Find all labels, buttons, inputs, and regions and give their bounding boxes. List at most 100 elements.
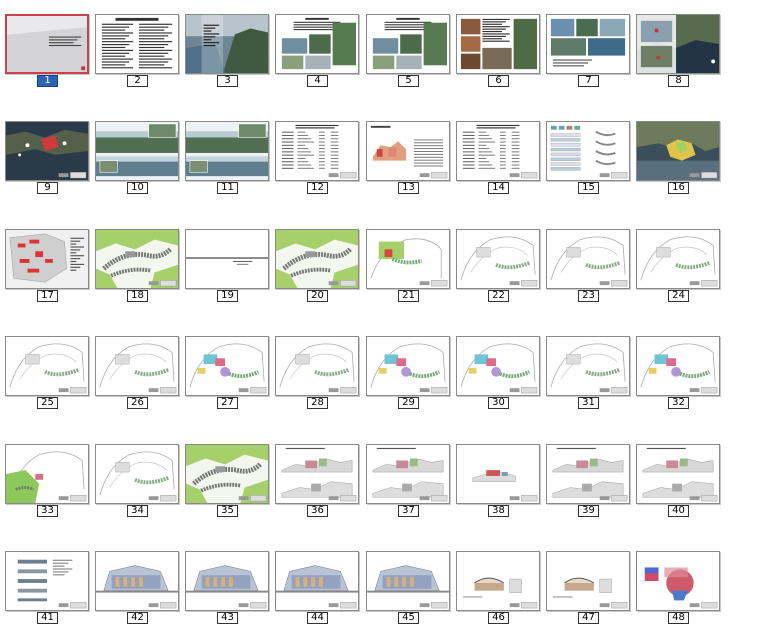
page-thumbnail[interactable]	[546, 336, 630, 396]
page-thumbnail[interactable]	[185, 444, 269, 504]
page-number-label[interactable]: 12	[307, 182, 328, 194]
page-thumbnail[interactable]	[456, 444, 540, 504]
page-number-label[interactable]: 35	[217, 505, 238, 517]
page-thumbnail[interactable]	[185, 336, 269, 396]
page-number-label[interactable]: 10	[127, 182, 148, 194]
page-thumbnail[interactable]	[5, 229, 89, 289]
page-thumbnail[interactable]	[95, 121, 179, 181]
page-thumbnail[interactable]	[366, 229, 450, 289]
page-number-label[interactable]: 14	[488, 182, 509, 194]
page-thumbnail[interactable]	[5, 444, 89, 504]
page-thumbnail[interactable]	[636, 336, 720, 396]
page-preview-image	[457, 337, 539, 395]
page-number-label[interactable]: 32	[668, 397, 689, 409]
page-thumbnail[interactable]	[456, 14, 540, 74]
page-number-label[interactable]: 15	[578, 182, 599, 194]
page-thumbnail[interactable]	[5, 14, 89, 74]
page-thumbnail[interactable]	[636, 229, 720, 289]
page-number-label[interactable]: 17	[37, 290, 58, 302]
page-thumbnail[interactable]	[275, 444, 359, 504]
page-number-label[interactable]: 26	[127, 397, 148, 409]
page-thumbnail[interactable]	[546, 551, 630, 611]
page-number-label[interactable]: 5	[398, 75, 419, 87]
page-thumbnail[interactable]	[95, 336, 179, 396]
page-thumbnail[interactable]	[366, 121, 450, 181]
page-number-label[interactable]: 45	[398, 612, 419, 624]
page-thumbnail[interactable]	[456, 336, 540, 396]
page-number-label[interactable]: 3	[217, 75, 238, 87]
page-number-label[interactable]: 31	[578, 397, 599, 409]
page-number-label[interactable]: 20	[307, 290, 328, 302]
page-thumbnail[interactable]	[185, 551, 269, 611]
page-number-label[interactable]: 6	[488, 75, 509, 87]
page-number-label[interactable]: 41	[37, 612, 58, 624]
page-thumbnail[interactable]	[366, 336, 450, 396]
page-thumbnail[interactable]	[456, 551, 540, 611]
page-number-label[interactable]: 33	[37, 505, 58, 517]
page-number-label[interactable]: 4	[307, 75, 328, 87]
page-thumbnail[interactable]	[366, 444, 450, 504]
page-preview-image	[637, 230, 719, 288]
page-number-label[interactable]: 1	[37, 75, 58, 87]
page-thumbnail[interactable]	[5, 121, 89, 181]
page-number-label[interactable]: 43	[217, 612, 238, 624]
page-thumbnail[interactable]	[95, 229, 179, 289]
page-number-label[interactable]: 38	[488, 505, 509, 517]
page-preview-image	[547, 337, 629, 395]
page-number-label[interactable]: 16	[668, 182, 689, 194]
page-thumbnail[interactable]	[185, 14, 269, 74]
page-number-label[interactable]: 24	[668, 290, 689, 302]
page-thumbnail[interactable]	[275, 14, 359, 74]
page-thumbnail[interactable]	[185, 121, 269, 181]
page-thumbnail[interactable]	[636, 551, 720, 611]
page-thumbnail[interactable]	[95, 444, 179, 504]
page-number-label[interactable]: 40	[668, 505, 689, 517]
page-thumbnail[interactable]	[366, 14, 450, 74]
page-number-label[interactable]: 22	[488, 290, 509, 302]
page-number-label[interactable]: 28	[307, 397, 328, 409]
page-thumbnail[interactable]	[275, 551, 359, 611]
page-number-label[interactable]: 8	[668, 75, 689, 87]
page-thumbnail[interactable]	[546, 229, 630, 289]
page-thumbnail[interactable]	[5, 551, 89, 611]
page-thumbnail[interactable]	[456, 229, 540, 289]
page-number-label[interactable]: 48	[668, 612, 689, 624]
page-thumbnail[interactable]	[95, 551, 179, 611]
page-thumbnail[interactable]	[546, 444, 630, 504]
page-number-label[interactable]: 47	[578, 612, 599, 624]
page-thumbnail[interactable]	[546, 121, 630, 181]
page-number-label[interactable]: 11	[217, 182, 238, 194]
page-number-label[interactable]: 18	[127, 290, 148, 302]
page-number-label[interactable]: 7	[578, 75, 599, 87]
page-number-label[interactable]: 25	[37, 397, 58, 409]
page-number-label[interactable]: 27	[217, 397, 238, 409]
page-preview-image	[186, 230, 268, 288]
page-thumbnail[interactable]	[636, 444, 720, 504]
page-thumbnail[interactable]	[5, 336, 89, 396]
page-number-label[interactable]: 44	[307, 612, 328, 624]
page-thumbnail[interactable]	[275, 336, 359, 396]
page-number-label[interactable]: 39	[578, 505, 599, 517]
page-thumbnail[interactable]	[185, 229, 269, 289]
page-number-label[interactable]: 42	[127, 612, 148, 624]
page-number-label[interactable]: 2	[127, 75, 148, 87]
page-number-label[interactable]: 34	[127, 505, 148, 517]
page-thumbnail[interactable]	[546, 14, 630, 74]
page-number-label[interactable]: 9	[37, 182, 58, 194]
page-number-label[interactable]: 36	[307, 505, 328, 517]
page-thumbnail[interactable]	[95, 14, 179, 74]
page-thumbnail[interactable]	[275, 121, 359, 181]
page-number-label[interactable]: 46	[488, 612, 509, 624]
page-number-label[interactable]: 19	[217, 290, 238, 302]
page-number-label[interactable]: 29	[398, 397, 419, 409]
page-thumbnail[interactable]	[366, 551, 450, 611]
page-thumbnail[interactable]	[275, 229, 359, 289]
page-thumbnail[interactable]	[636, 121, 720, 181]
page-number-label[interactable]: 13	[398, 182, 419, 194]
page-number-label[interactable]: 23	[578, 290, 599, 302]
page-number-label[interactable]: 30	[488, 397, 509, 409]
page-number-label[interactable]: 21	[398, 290, 419, 302]
page-number-label[interactable]: 37	[398, 505, 419, 517]
page-thumbnail[interactable]	[636, 14, 720, 74]
page-thumbnail[interactable]	[456, 121, 540, 181]
